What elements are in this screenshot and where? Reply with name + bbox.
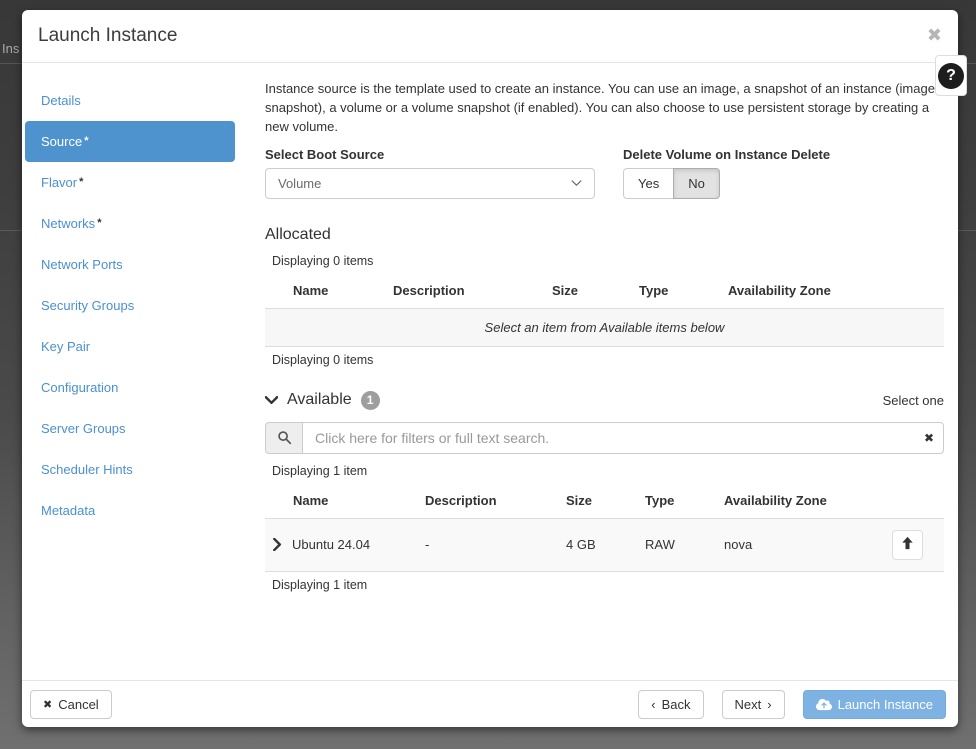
sidebar-item-server-groups[interactable]: Server Groups — [25, 408, 235, 449]
wizard-nav: Details Source* Flavor* Networks* Networ… — [25, 80, 235, 680]
allocated-count-top: Displaying 0 items — [272, 254, 944, 268]
cloud-upload-icon — [816, 698, 832, 711]
modal-body: Details Source* Flavor* Networks* Networ… — [22, 63, 958, 680]
chevron-down-icon — [571, 180, 582, 187]
clear-search-icon[interactable]: ✖ — [924, 431, 934, 445]
column-header-type: Type — [639, 274, 728, 309]
column-header-type: Type — [645, 484, 724, 519]
search-icon — [265, 422, 302, 454]
chevron-right-icon: › — [767, 697, 771, 712]
delete-volume-yes-button[interactable]: Yes — [623, 168, 674, 199]
x-icon: ✖ — [43, 697, 52, 712]
modal-header: Launch Instance ✖ — [22, 10, 958, 63]
search-bar: ✖ — [265, 422, 944, 454]
close-icon[interactable]: ✖ — [927, 27, 942, 45]
sidebar-item-source[interactable]: Source* — [25, 121, 235, 162]
column-header-availability-zone: Availability Zone — [724, 484, 892, 519]
boot-source-select[interactable]: Volume — [265, 168, 595, 199]
allocated-heading: Allocated — [265, 226, 944, 244]
collapse-chevron-icon[interactable] — [265, 396, 278, 405]
sidebar-item-key-pair[interactable]: Key Pair — [25, 326, 235, 367]
select-one-hint: Select one — [883, 393, 944, 408]
back-button[interactable]: ‹ Back — [638, 690, 703, 719]
allocated-count-bottom: Displaying 0 items — [272, 353, 944, 367]
volume-size: 4 GB — [566, 518, 645, 571]
delete-volume-no-button[interactable]: No — [673, 168, 720, 199]
table-row: Ubuntu 24.04 - 4 GB RAW nova — [265, 518, 944, 571]
available-count-bottom: Displaying 1 item — [272, 578, 944, 592]
source-description: Instance source is the template used to … — [265, 80, 944, 137]
column-header-size: Size — [566, 484, 645, 519]
available-count-badge: 1 — [361, 391, 380, 410]
arrow-up-icon — [901, 536, 914, 553]
delete-volume-label: Delete Volume on Instance Delete — [623, 147, 830, 162]
delete-volume-toggle: Yes No — [623, 168, 720, 199]
boot-source-value: Volume — [278, 176, 321, 191]
allocate-item-button[interactable] — [892, 530, 923, 560]
sidebar-item-security-groups[interactable]: Security Groups — [25, 285, 235, 326]
next-button[interactable]: Next › — [722, 690, 785, 719]
sidebar-item-flavor[interactable]: Flavor* — [25, 162, 235, 203]
column-header-description: Description — [425, 484, 566, 519]
available-count-top: Displaying 1 item — [272, 464, 944, 478]
modal-title: Launch Instance — [38, 25, 177, 47]
search-input[interactable] — [302, 422, 944, 454]
column-header-description: Description — [393, 274, 552, 309]
help-button[interactable]: ? — [935, 55, 967, 96]
sidebar-item-networks[interactable]: Networks* — [25, 203, 235, 244]
column-header-size: Size — [552, 274, 639, 309]
available-table: Name Description Size Type Availability … — [265, 484, 944, 572]
sidebar-item-scheduler-hints[interactable]: Scheduler Hints — [25, 449, 235, 490]
source-panel: Instance source is the template used to … — [265, 80, 944, 680]
column-header-name: Name — [265, 484, 425, 519]
chevron-left-icon: ‹ — [651, 697, 655, 712]
help-icon: ? — [938, 63, 964, 89]
volume-name: Ubuntu 24.04 — [292, 537, 370, 552]
allocated-table: Name Description Size Type Availability … — [265, 274, 944, 347]
volume-description: - — [425, 518, 566, 571]
column-header-actions — [892, 484, 944, 519]
column-header-name: Name — [265, 274, 393, 309]
cancel-button[interactable]: ✖ Cancel — [30, 690, 112, 719]
column-header-availability-zone: Availability Zone — [728, 274, 944, 309]
available-heading: Available — [287, 391, 352, 409]
sidebar-item-configuration[interactable]: Configuration — [25, 367, 235, 408]
boot-source-label: Select Boot Source — [265, 147, 595, 162]
expand-chevron-icon[interactable] — [273, 538, 282, 551]
modal-footer: ✖ Cancel ‹ Back Next › Launch Instance — [22, 680, 958, 727]
sidebar-item-network-ports[interactable]: Network Ports — [25, 244, 235, 285]
launch-instance-button[interactable]: Launch Instance — [803, 690, 946, 719]
background-page-text: Ins — [2, 41, 19, 56]
launch-instance-modal: Launch Instance ✖ ? Details Source* Flav… — [22, 10, 958, 727]
volume-type: RAW — [645, 518, 724, 571]
allocated-empty-row: Select an item from Available items belo… — [265, 308, 944, 346]
volume-availability-zone: nova — [724, 518, 892, 571]
sidebar-item-details[interactable]: Details — [25, 80, 235, 121]
sidebar-item-metadata[interactable]: Metadata — [25, 490, 235, 531]
allocated-empty-text: Select an item from Available items belo… — [265, 308, 944, 346]
